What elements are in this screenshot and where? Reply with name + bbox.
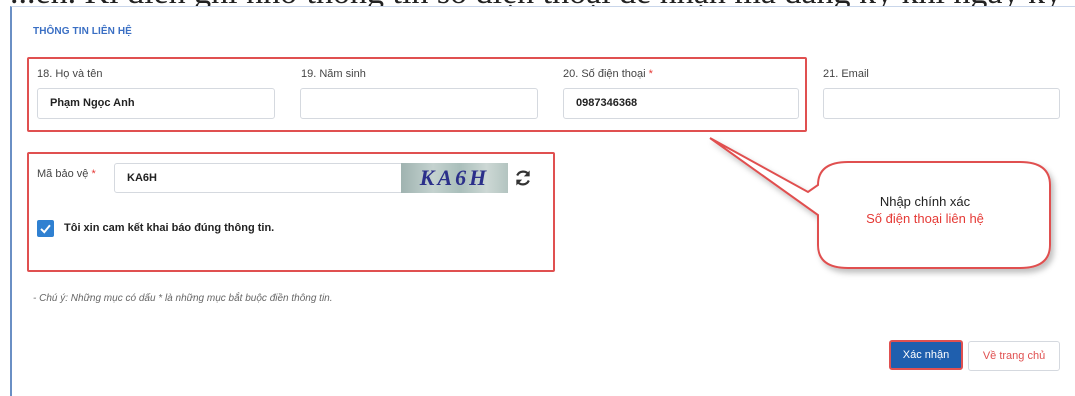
- confirm-button[interactable]: Xác nhận: [889, 340, 963, 370]
- field-label-phone: 20. Số điện thoại *: [563, 68, 653, 80]
- required-mark: *: [648, 68, 653, 80]
- section-title: THÔNG TIN LIÊN HỆ: [33, 26, 132, 37]
- home-button[interactable]: Về trang chủ: [968, 341, 1060, 371]
- callout-line-1: Nhập chính xác: [879, 194, 971, 209]
- name-input[interactable]: Phạm Ngọc Anh: [37, 88, 275, 119]
- captcha-image: KA6H: [401, 163, 508, 193]
- captcha-label: Mã bảo vệ *: [37, 168, 96, 180]
- field-label-name: 18. Họ và tên: [37, 68, 103, 80]
- phone-input[interactable]: 0987346368: [563, 88, 799, 119]
- field-label-birth-year: 19. Năm sinh: [301, 68, 366, 80]
- captcha-input[interactable]: KA6H: [114, 163, 404, 193]
- refresh-icon: [516, 170, 530, 186]
- email-input[interactable]: [823, 88, 1060, 119]
- field-label-email: 21. Email: [823, 68, 869, 80]
- callout-text: Nhập chính xác Số điện thoại liên hệ: [805, 193, 1045, 227]
- commitment-label: Tôi xin cam kết khai báo đúng thông tin.: [64, 222, 275, 234]
- required-note: - Chú ý: Những mục có dấu * là những mục…: [33, 293, 333, 304]
- callout-line-2: Số điện thoại liên hệ: [866, 211, 984, 226]
- birth-year-input[interactable]: [300, 88, 538, 119]
- checkmark-icon: [40, 224, 51, 234]
- refresh-captcha-button[interactable]: [510, 165, 536, 191]
- required-mark: *: [91, 168, 96, 180]
- commitment-checkbox[interactable]: [37, 220, 54, 237]
